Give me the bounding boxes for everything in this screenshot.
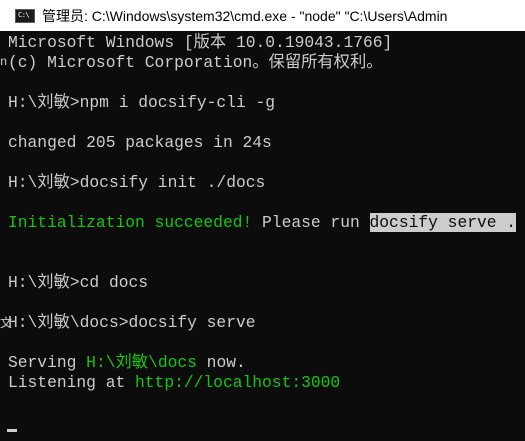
console-line: Listening at http://localhost:3000 <box>8 373 340 393</box>
selected-serve-command[interactable]: docsify serve . <box>369 213 517 232</box>
console-output[interactable]: n 文 Microsoft Windows [版本 10.0.19043.176… <box>0 31 525 441</box>
init-success-text: Initialization succeeded! <box>8 213 253 232</box>
console-line: Serving H:\刘敏\docs now. <box>8 353 246 373</box>
console-line: Microsoft Windows [版本 10.0.19043.1766] <box>8 33 393 52</box>
console-line: changed 205 packages in 24s <box>8 133 272 152</box>
cmd-icon-glyph: C:\ <box>18 10 30 19</box>
cmd-console-icon[interactable]: C:\ <box>15 8 35 23</box>
serving-prefix: Serving <box>8 353 87 372</box>
console-line: (c) Microsoft Corporation。保留所有权利。 <box>8 53 383 72</box>
listening-prefix: Listening at <box>8 373 136 392</box>
console-edge-fragment: n <box>0 55 8 69</box>
console-line: H:\刘敏>cd docs <box>8 273 149 292</box>
window-title: 管理员: C:\Windows\system32\cmd.exe - "node… <box>42 7 448 24</box>
title-bar[interactable]: C:\ 管理员: C:\Windows\system32\cmd.exe - "… <box>0 0 525 31</box>
please-run-text: Please run <box>252 213 370 232</box>
cmd-window: C:\ 管理员: C:\Windows\system32\cmd.exe - "… <box>0 0 525 441</box>
localhost-url[interactable]: http://localhost:3000 <box>135 373 340 392</box>
console-line: H:\刘敏>docsify init ./docs <box>8 173 266 192</box>
serving-suffix: now. <box>196 353 246 372</box>
console-line: Initialization succeeded! Please run doc… <box>8 213 517 233</box>
console-line: H:\刘敏\docs>docsify serve <box>8 313 256 332</box>
serving-path: H:\刘敏\docs <box>86 353 197 372</box>
console-line: H:\刘敏>npm i docsify-cli -g <box>8 93 276 112</box>
text-cursor <box>7 429 17 432</box>
